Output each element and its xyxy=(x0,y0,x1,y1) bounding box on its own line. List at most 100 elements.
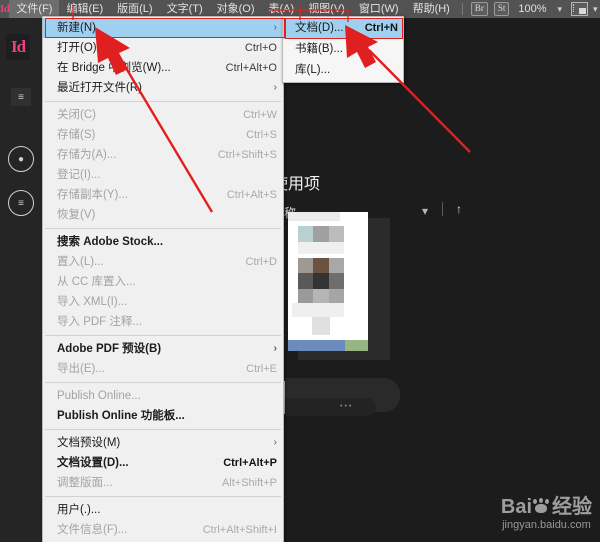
app-logo-icon: Id xyxy=(0,3,10,15)
file-menu-item: 导入 XML(I)... xyxy=(43,292,283,312)
file-menu-item[interactable]: 搜索 Adobe Stock... xyxy=(43,232,283,252)
file-menu-item: 登记(I)... xyxy=(43,165,283,185)
file-menu-item-shortcut: Ctrl+S xyxy=(246,129,277,141)
file-menu-item[interactable]: 用户(.)... xyxy=(43,500,283,520)
file-menu-item-label: 打开(O)... xyxy=(57,42,107,54)
file-menu-item-label: 用户(.)... xyxy=(57,504,101,516)
file-menu-item-label: Adobe PDF 预设(B) xyxy=(57,343,162,355)
submenu-chevron-right-icon: › xyxy=(273,437,277,448)
file-menu-item-shortcut: Alt+Shift+P xyxy=(221,477,277,489)
bridge-button[interactable]: Br xyxy=(470,2,488,16)
file-menu-item-label: 文档设置(D)... xyxy=(57,457,129,469)
file-menu-item-label: 存储副本(Y)... xyxy=(57,189,128,201)
hamburger-menu-icon[interactable]: ≡ xyxy=(11,88,31,106)
file-menu-item-label: 导出(E)... xyxy=(57,363,105,375)
file-menu-item-shortcut: Ctrl+Alt+P xyxy=(223,457,277,469)
file-dropdown-menu: 新建(N) › 打开(O)... Ctrl+O 在 Bridge 中浏览(W)... Ct… xyxy=(42,16,284,542)
file-menu-item-label: 导入 PDF 注释... xyxy=(57,316,142,328)
menu-separator xyxy=(45,101,281,102)
file-menu-item: 存储副本(Y)... Ctrl+Alt+S xyxy=(43,185,283,205)
watermark-url: jingyan.baidu.com xyxy=(502,519,591,531)
file-menu-item-label: 置入(L)... xyxy=(57,256,104,268)
file-menu-item: Publish Online... xyxy=(43,386,283,406)
watermark-brand: Bai 经验 xyxy=(500,496,592,518)
annotation-box-new xyxy=(45,18,285,38)
thumbnail-dots: ••• xyxy=(340,403,354,410)
file-menu-item[interactable]: Adobe PDF 预设(B) › xyxy=(43,339,283,359)
file-menu-item-label: 文档预设(M) xyxy=(57,437,121,449)
file-menu-item-shortcut: Ctrl+Alt+S xyxy=(226,189,277,201)
file-menu-item: 置入(L)... Ctrl+D xyxy=(43,252,283,272)
file-menu-item-label: 恢复(V) xyxy=(57,209,96,221)
file-menu-item[interactable]: 文档预设(M) › xyxy=(43,433,283,453)
file-menu-item: 存储(S) Ctrl+S xyxy=(43,125,283,145)
paw-icon xyxy=(532,498,552,515)
file-menu-item: 导入 PDF 注释... xyxy=(43,312,283,332)
indesign-window: Id 文件(F) 编辑(E) 版面(L) 文字(T) 对象(O) 表(A) 视图… xyxy=(0,0,600,542)
file-menu-item-shortcut: Ctrl+W xyxy=(243,109,277,121)
workspace-divider xyxy=(442,202,443,216)
file-menu-item-label: 文件信息(F)... xyxy=(57,524,128,536)
baidu-watermark: Bai 经验 jingyan.baidu.com xyxy=(501,496,592,532)
file-menu-item-label: Publish Online... xyxy=(57,390,141,402)
app-logo-large-icon: Id xyxy=(6,34,30,60)
file-menu-item: 关闭(C) Ctrl+W xyxy=(43,105,283,125)
menu-separator xyxy=(45,382,281,383)
file-menu-item[interactable]: 打开(O)... Ctrl+O xyxy=(43,38,283,58)
document-thumbnail-band-blue xyxy=(288,340,345,351)
file-menu-item-label: 调整版面... xyxy=(57,477,113,489)
file-menu-item[interactable]: 最近打开文件(R) › xyxy=(43,78,283,98)
file-menu-item[interactable]: 文档设置(D)... Ctrl+Alt+P xyxy=(43,453,283,473)
file-menu-item-shortcut: Ctrl+Alt+Shift+I xyxy=(202,524,277,536)
document-thumbnail-secondary-b xyxy=(280,398,376,416)
file-menu-item-shortcut: Ctrl+O xyxy=(244,42,277,54)
file-menu-item-label: 存储为(A)... xyxy=(57,149,117,161)
file-menu-item-label: 搜索 Adobe Stock... xyxy=(57,236,164,248)
new-submenu-item-label: 书籍(B)... xyxy=(295,43,343,55)
file-menu-item: 从 CC 库置入... xyxy=(43,272,283,292)
file-menu-item-shortcut: Ctrl+E xyxy=(246,363,277,375)
stock-button[interactable]: St xyxy=(493,2,510,16)
annotation-box-document xyxy=(285,18,403,39)
file-menu-item-label: 关闭(C) xyxy=(57,109,96,121)
screen-mode-icon[interactable] xyxy=(571,2,589,16)
menubar-item-help[interactable]: 帮助(H) xyxy=(406,0,457,18)
sort-ascending-arrow-icon[interactable]: ↑ xyxy=(456,202,462,216)
file-menu-item-label: 在 Bridge 中浏览(W)... xyxy=(57,62,171,74)
file-menu-item: 导出(E)... Ctrl+E xyxy=(43,359,283,379)
rail-circle-button-1[interactable]: ● xyxy=(8,146,34,172)
file-menu-item-label: 从 CC 库置入... xyxy=(57,276,136,288)
submenu-chevron-right-icon: › xyxy=(273,343,277,354)
file-menu-item-shortcut: Ctrl+Shift+S xyxy=(217,149,277,161)
file-menu-item-label: 登记(I)... xyxy=(57,169,101,181)
document-thumbnail-band-green xyxy=(345,340,368,351)
zoom-level-value[interactable]: 100% xyxy=(518,3,546,15)
file-menu-item-shortcut: Ctrl+D xyxy=(245,256,277,268)
file-menu-item: 存储为(A)... Ctrl+Shift+S xyxy=(43,145,283,165)
zoom-chevron-down-icon[interactable]: ▾ xyxy=(558,4,563,15)
menu-separator xyxy=(45,429,281,430)
menubar-right-tools: Br St 100% ▾ ▾ xyxy=(457,0,600,18)
toolbar-divider xyxy=(461,3,463,15)
submenu-chevron-right-icon: › xyxy=(273,82,277,93)
file-menu-item[interactable]: 在 Bridge 中浏览(W)... Ctrl+Alt+O xyxy=(43,58,283,78)
new-submenu-item[interactable]: 库(L)... xyxy=(283,60,403,81)
sort-chevron-down-icon[interactable]: ▾ xyxy=(422,204,428,218)
file-menu-item: 文件信息(F)... Ctrl+Alt+Shift+I xyxy=(43,520,283,540)
menu-separator xyxy=(45,335,281,336)
file-menu-item-label: Publish Online 功能板... xyxy=(57,410,185,422)
file-menu-item-label: 存储(S) xyxy=(57,129,96,141)
new-submenu-item-label: 库(L)... xyxy=(295,64,331,76)
screen-mode-chevron-down-icon[interactable]: ▾ xyxy=(593,4,598,15)
file-menu-item-shortcut: Ctrl+Alt+O xyxy=(225,62,277,74)
document-thumbnail[interactable] xyxy=(288,212,368,347)
file-menu-item[interactable]: Publish Online 功能板... xyxy=(43,406,283,426)
rail-circle-button-2[interactable]: ≡ xyxy=(8,190,34,216)
file-menu-item-label: 导入 XML(I)... xyxy=(57,296,128,308)
file-menu-item: 调整版面... Alt+Shift+P xyxy=(43,473,283,493)
left-rail: Id ≡ ● ≡ xyxy=(0,18,42,542)
file-menu-item: 恢复(V) xyxy=(43,205,283,225)
new-submenu-item[interactable]: 书籍(B)... xyxy=(283,39,403,60)
menu-separator xyxy=(45,228,281,229)
file-menu-item-label: 最近打开文件(R) xyxy=(57,82,142,94)
